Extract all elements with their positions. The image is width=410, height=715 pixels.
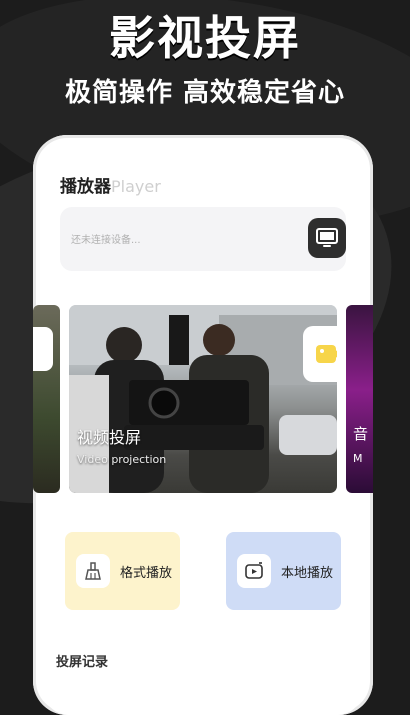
- carousel-card-next[interactable]: 音 M: [346, 305, 373, 493]
- local-play-label: 本地播放: [281, 565, 334, 581]
- format-play-label: 格式播放: [120, 565, 173, 581]
- video-camera-icon: [315, 345, 337, 363]
- format-play-icon-tile: [76, 554, 110, 588]
- page-title-zh: 播放器: [60, 177, 111, 197]
- play-file-icon: [245, 562, 263, 579]
- carousel-card-title: 视频投屏: [77, 428, 142, 447]
- local-play-button[interactable]: 本地播放: [226, 532, 341, 610]
- promo-tagline: 极简操作 高效稳定省心: [64, 78, 346, 108]
- page-title-en: Player: [111, 177, 161, 196]
- cast-button[interactable]: [308, 218, 346, 258]
- next-card-title: 音: [353, 425, 369, 443]
- app-screen: 播放器Player 还未连接设备... 视频投屏 Video projectio…: [33, 145, 373, 715]
- promo-headline: 影视投屏: [109, 11, 301, 65]
- format-play-button[interactable]: 格式播放: [65, 532, 180, 610]
- next-card-subtitle: M: [353, 452, 363, 465]
- feature-carousel[interactable]: 视频投屏 Video projection 音 M: [33, 305, 373, 495]
- carousel-card-subtitle: Video projection: [77, 453, 167, 466]
- broom-icon: [85, 562, 101, 580]
- cast-history-title: 投屏记录: [56, 655, 109, 670]
- video-tile: [303, 326, 337, 382]
- device-status-placeholder: 还未连接设备...: [71, 235, 141, 246]
- carousel-card-video-projection[interactable]: 视频投屏 Video projection: [69, 305, 337, 493]
- tv-cast-icon: [316, 228, 338, 247]
- device-search-bar[interactable]: 还未连接设备...: [60, 207, 346, 271]
- previous-card-icon-tile: [33, 327, 53, 371]
- phone-frame: 播放器Player 还未连接设备... 视频投屏 Video projectio…: [33, 135, 373, 715]
- carousel-card-previous[interactable]: [33, 305, 60, 493]
- local-play-icon-tile: [237, 554, 271, 588]
- page-title: 播放器Player: [60, 172, 161, 197]
